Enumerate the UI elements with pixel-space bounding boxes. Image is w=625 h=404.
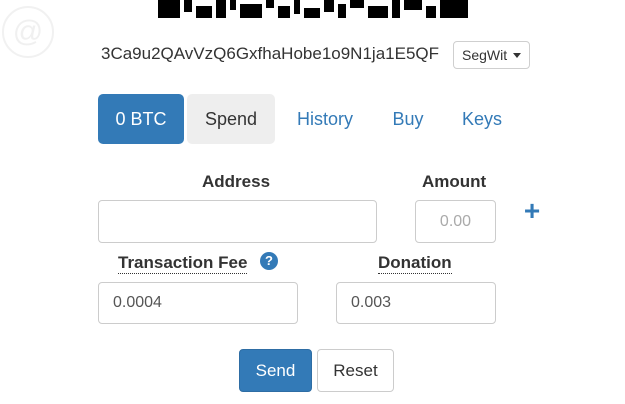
amount-input[interactable]: [415, 200, 496, 243]
donation-label: Donation: [378, 253, 452, 274]
donation-input[interactable]: [336, 282, 496, 324]
tab-keys[interactable]: Keys: [453, 94, 511, 144]
tab-balance[interactable]: 0 BTC: [98, 94, 184, 144]
tab-history[interactable]: History: [287, 94, 363, 144]
amount-label: Amount: [422, 172, 487, 191]
add-recipient-plus-icon[interactable]: +: [520, 196, 544, 226]
address-type-label: SegWit: [461, 47, 508, 63]
caret-down-icon: [513, 53, 521, 58]
transaction-fee-label: Transaction Fee: [118, 253, 248, 274]
transaction-fee-input[interactable]: [98, 282, 298, 324]
qr-code-icon: [158, 0, 468, 18]
send-button[interactable]: Send: [239, 349, 312, 392]
wallet-address: 3Ca9u2QAvVzQ6GxfhaHobe1o9N1ja1E5QF: [101, 44, 439, 63]
tab-buy[interactable]: Buy: [384, 94, 432, 144]
reset-button[interactable]: Reset: [317, 349, 394, 392]
address-label: Address: [202, 172, 271, 191]
tab-spend[interactable]: Spend: [187, 94, 275, 144]
address-input[interactable]: [98, 200, 377, 243]
at-sign-icon: @: [12, 15, 44, 48]
address-type-dropdown[interactable]: SegWit: [453, 41, 530, 69]
help-question-icon[interactable]: ?: [260, 252, 278, 270]
